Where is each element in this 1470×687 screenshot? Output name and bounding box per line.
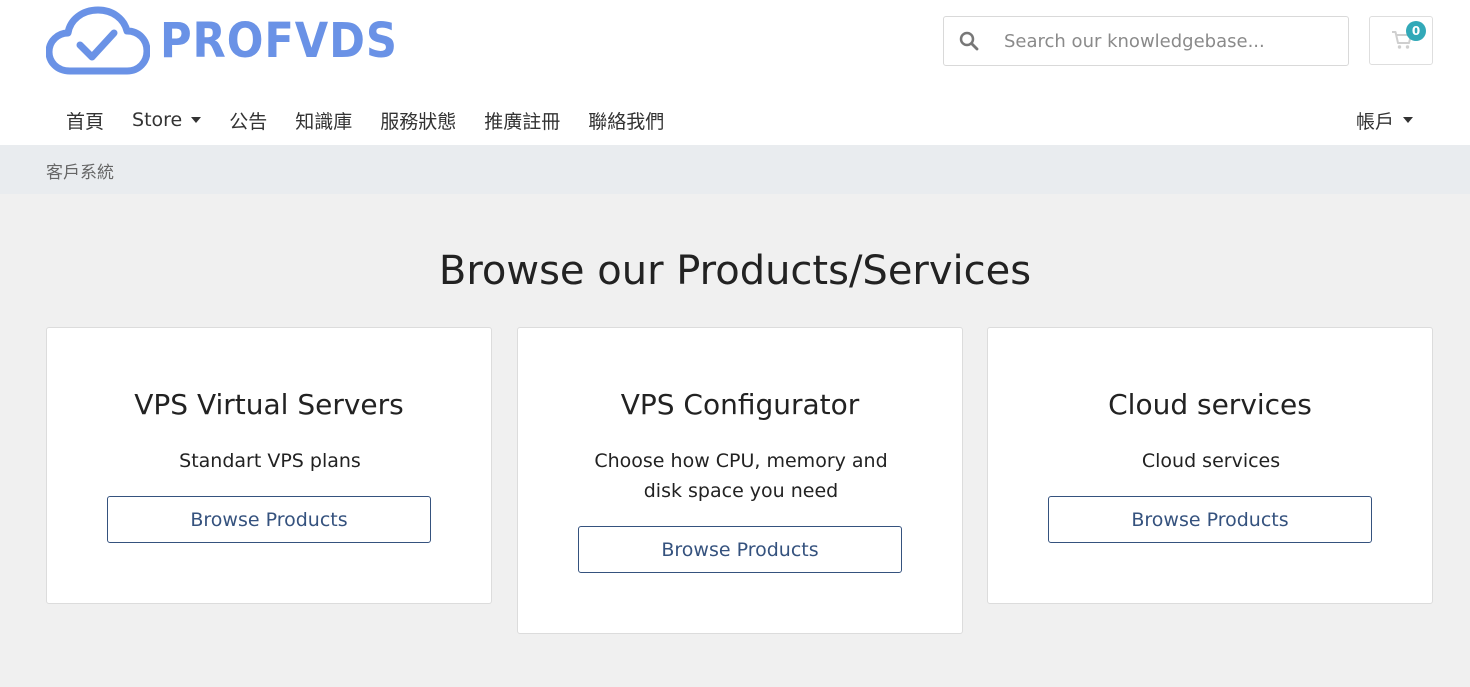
product-card-vps-configurator: VPS Configurator Choose how CPU, memory … [517, 327, 963, 634]
card-description: Standart VPS plans [179, 450, 361, 472]
cart-button[interactable]: 0 [1369, 16, 1433, 65]
search-input[interactable] [994, 18, 1348, 64]
nav-item-store[interactable]: Store [118, 109, 215, 131]
product-card-cloud-services: Cloud services Cloud services Browse Pro… [987, 327, 1433, 604]
nav-item-service-status[interactable]: 服務狀態 [366, 107, 470, 134]
card-title: VPS Virtual Servers [134, 388, 404, 421]
breadcrumb-bar: 客戶系統 [0, 145, 1470, 194]
nav-item-label: 知識庫 [295, 110, 353, 133]
browse-products-button[interactable]: Browse Products [107, 496, 431, 543]
product-card-vps-virtual-servers: VPS Virtual Servers Standart VPS plans B… [46, 327, 492, 604]
account-menu[interactable]: 帳戶 [1342, 98, 1427, 142]
main-nav: 首頁 Store 公告 知識庫 服務狀態 推廣註冊 聯絡我們 [52, 98, 678, 142]
nav-item-label: Store [132, 109, 183, 131]
search-icon[interactable] [944, 17, 994, 65]
nav-item-label: 推廣註冊 [484, 110, 561, 133]
cart-count-badge: 0 [1406, 21, 1426, 41]
nav-item-contact[interactable]: 聯絡我們 [574, 107, 678, 134]
nav-item-home[interactable]: 首頁 [52, 107, 118, 134]
nav-item-label: 服務狀態 [380, 110, 457, 133]
card-title: VPS Configurator [620, 388, 860, 421]
nav-item-knowledgebase[interactable]: 知識庫 [281, 107, 366, 134]
browse-products-button[interactable]: Browse Products [1048, 496, 1372, 543]
page-title: Browse our Products/Services [438, 248, 1032, 294]
caret-down-icon [191, 117, 202, 123]
nav-item-label: 聯絡我們 [588, 110, 665, 133]
card-description: Choose how CPU, memory and disk space yo… [594, 450, 888, 502]
breadcrumb: 客戶系統 [46, 163, 114, 183]
nav-item-affiliates[interactable]: 推廣註冊 [470, 107, 574, 134]
caret-down-icon [1403, 117, 1414, 123]
knowledgebase-search [943, 16, 1349, 66]
brand-name: PROFVDS [160, 13, 398, 69]
account-label: 帳戶 [1356, 110, 1395, 133]
nav-item-label: 公告 [229, 110, 268, 133]
nav-item-announcements[interactable]: 公告 [215, 107, 281, 134]
brand-logo[interactable]: PROFVDS [46, 5, 424, 77]
card-description: Cloud services [1141, 450, 1281, 472]
site-header: PROFVDS 0 首頁 Store 公告 知識庫 [0, 0, 1470, 145]
cloud-check-icon [46, 6, 150, 75]
browse-products-button[interactable]: Browse Products [578, 526, 902, 573]
nav-item-label: 首頁 [66, 110, 105, 133]
card-title: Cloud services [1108, 388, 1312, 421]
